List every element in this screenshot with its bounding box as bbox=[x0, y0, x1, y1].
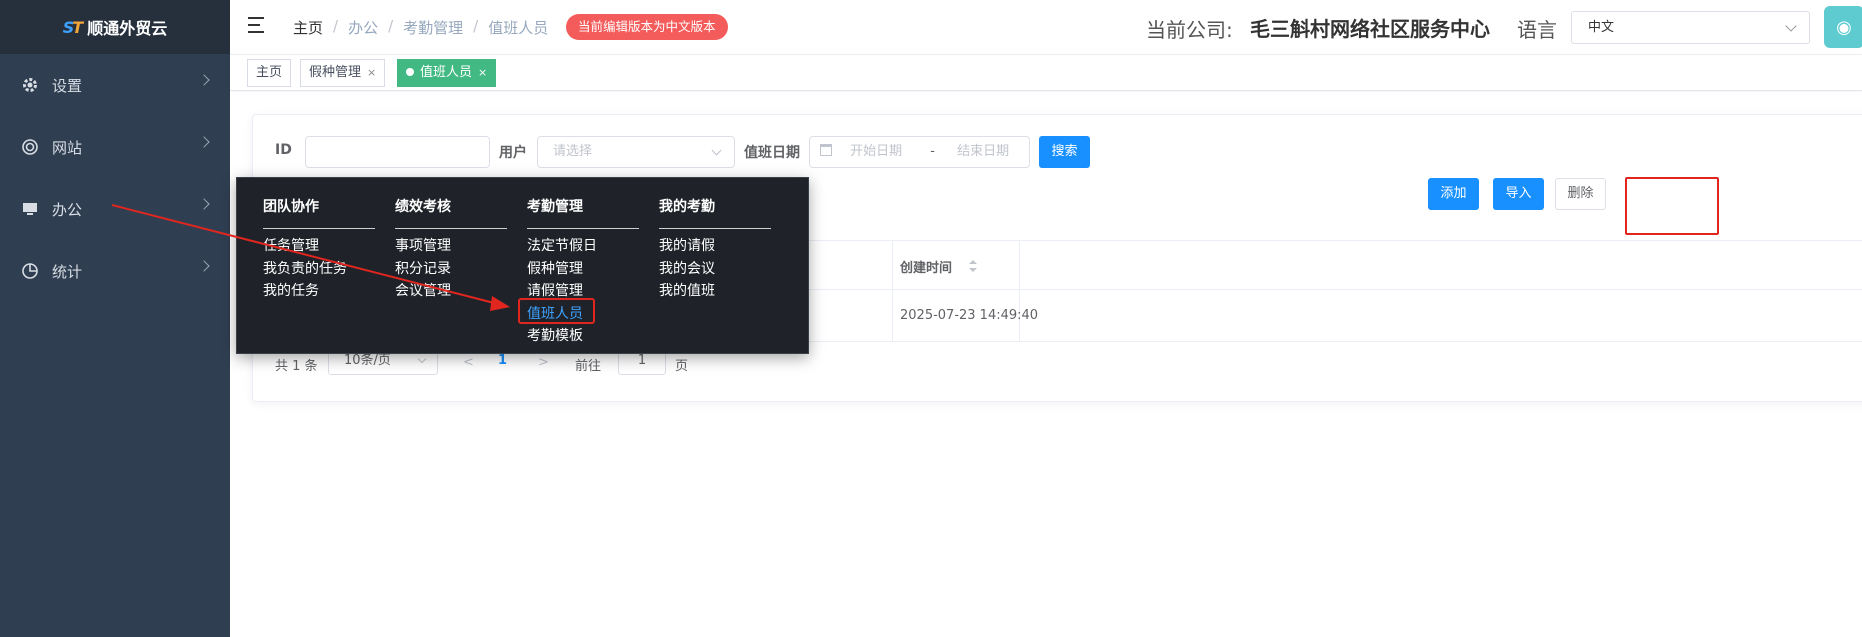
chevron-right-icon bbox=[198, 198, 210, 210]
menu-item-holidays[interactable]: 法定节假日 bbox=[527, 235, 639, 258]
breadcrumb-attendance[interactable]: 考勤管理 bbox=[403, 17, 463, 38]
menu-column-performance: 绩效考核 事项管理 积分记录 会议管理 bbox=[395, 196, 507, 303]
menu-item-task-management[interactable]: 任务管理 bbox=[263, 235, 375, 258]
menu-item-my-tasks[interactable]: 我的任务 bbox=[263, 280, 375, 303]
close-icon[interactable]: × bbox=[478, 66, 487, 79]
gear-icon bbox=[20, 75, 40, 95]
app-logo[interactable]: ST 顺通外贸云 bbox=[0, 0, 230, 54]
company-name: 毛三斛村网络社区服务中心 bbox=[1250, 17, 1490, 41]
date-separator: - bbox=[930, 144, 935, 159]
chevron-down-icon bbox=[1785, 20, 1797, 32]
goto-label: 前往 bbox=[575, 359, 602, 374]
page-number[interactable]: 1 bbox=[498, 353, 507, 368]
sidebar-item-label: 办公 bbox=[52, 200, 83, 219]
sidebar-item-label: 网站 bbox=[52, 138, 83, 157]
chevron-right-icon bbox=[198, 74, 210, 86]
chevron-down-icon bbox=[711, 145, 722, 156]
column-header-created[interactable]: 创建时间 bbox=[900, 257, 952, 276]
next-page-icon[interactable]: > bbox=[538, 355, 549, 370]
tag-duty-staff[interactable]: 值班人员 × bbox=[397, 59, 497, 87]
menu-column-title: 考勤管理 bbox=[527, 196, 639, 229]
office-mega-menu: 团队协作 任务管理 我负责的任务 我的任务 绩效考核 事项管理 积分记录 会议管… bbox=[236, 177, 809, 354]
monitor-icon bbox=[20, 199, 40, 219]
user-avatar-icon: ◉ bbox=[1836, 16, 1852, 38]
tag-home[interactable]: 主页 bbox=[247, 59, 292, 87]
menu-column-title: 绩效考核 bbox=[395, 196, 507, 229]
add-button[interactable]: 添加 bbox=[1428, 178, 1479, 210]
user-placeholder: 请选择 bbox=[553, 144, 593, 159]
avatar[interactable]: ◉ bbox=[1824, 6, 1862, 48]
user-select[interactable]: 请选择 bbox=[537, 136, 735, 168]
menu-item-my-meetings[interactable]: 我的会议 bbox=[659, 258, 771, 281]
logo-text: 顺通外贸云 bbox=[87, 19, 168, 38]
menu-toggle-icon[interactable] bbox=[248, 17, 268, 33]
sidebar: ST 顺通外贸云 设置 网站 办公 统计 bbox=[0, 0, 230, 637]
menu-item-points-record[interactable]: 积分记录 bbox=[395, 258, 507, 281]
language-select[interactable]: 中文 bbox=[1571, 11, 1810, 44]
menu-column-title: 团队协作 bbox=[263, 196, 375, 229]
sidebar-item-statistics[interactable]: 统计 bbox=[0, 240, 230, 302]
sidebar-item-settings[interactable]: 设置 bbox=[0, 54, 230, 116]
page-suffix: 页 bbox=[675, 359, 689, 374]
breadcrumb-office[interactable]: 办公 bbox=[348, 17, 378, 38]
menu-item-attendance-template[interactable]: 考勤模板 bbox=[527, 325, 639, 348]
user-label: 用户 bbox=[499, 145, 527, 161]
page-size-value: 10条/页 bbox=[344, 353, 391, 368]
id-input[interactable] bbox=[305, 136, 490, 168]
company-label: 当前公司: bbox=[1146, 18, 1233, 42]
menu-column-my-attendance: 我的考勤 我的请假 我的会议 我的值班 bbox=[659, 196, 771, 303]
chevron-right-icon bbox=[198, 260, 210, 272]
menu-item-my-leave[interactable]: 我的请假 bbox=[659, 235, 771, 258]
breadcrumb: 主页 / 办公 / 考勤管理 / 值班人员 bbox=[293, 17, 549, 38]
duty-date-label: 值班日期 bbox=[744, 145, 800, 161]
tag-label: 主页 bbox=[256, 65, 283, 80]
menu-column-attendance: 考勤管理 法定节假日 假种管理 请假管理 值班人员 考勤模板 bbox=[527, 196, 639, 348]
tag-leave-type[interactable]: 假种管理 × bbox=[300, 59, 386, 87]
menu-item-meeting-management[interactable]: 会议管理 bbox=[395, 280, 507, 303]
edit-version-badge: 当前编辑版本为中文版本 bbox=[566, 14, 728, 40]
sidebar-item-label: 设置 bbox=[52, 76, 83, 95]
delete-button[interactable]: 删除 bbox=[1555, 178, 1606, 210]
tag-label: 值班人员 bbox=[420, 65, 473, 80]
tags-view: 主页 假种管理 × 值班人员 × bbox=[230, 55, 1862, 91]
pagination-total: 共 1 条 bbox=[275, 359, 318, 374]
duty-date-range[interactable]: 开始日期 - 结束日期 bbox=[809, 136, 1030, 168]
menu-item-my-duty[interactable]: 我的值班 bbox=[659, 280, 771, 303]
active-dot-icon bbox=[406, 68, 414, 76]
menu-item-my-responsible-tasks[interactable]: 我负责的任务 bbox=[263, 258, 375, 281]
annotation-highlight-add-button bbox=[1625, 177, 1719, 235]
main-content: ID 用户 请选择 值班日期 开始日期 - 结束日期 搜索 添加 导入 删除 创… bbox=[230, 92, 1862, 637]
date-start-placeholder[interactable]: 开始日期 bbox=[850, 144, 902, 159]
cell-created: 2025-07-23 14:49:40 bbox=[900, 308, 1039, 323]
sidebar-item-website[interactable]: 网站 bbox=[0, 116, 230, 178]
language-label: 语言 bbox=[1517, 18, 1557, 42]
menu-item-matter-management[interactable]: 事项管理 bbox=[395, 235, 507, 258]
search-button[interactable]: 搜索 bbox=[1039, 136, 1090, 168]
logo-mark-icon: ST bbox=[62, 17, 83, 37]
sidebar-item-office[interactable]: 办公 bbox=[0, 178, 230, 240]
sidebar-item-label: 统计 bbox=[52, 262, 83, 281]
column-divider bbox=[892, 240, 893, 342]
top-header: 主页 / 办公 / 考勤管理 / 值班人员 当前编辑版本为中文版本 当前公司: … bbox=[230, 0, 1862, 55]
tag-label: 假种管理 bbox=[309, 65, 362, 80]
import-button[interactable]: 导入 bbox=[1493, 178, 1544, 210]
date-end-placeholder[interactable]: 结束日期 bbox=[957, 144, 1009, 159]
breadcrumb-home[interactable]: 主页 bbox=[293, 17, 323, 38]
annotation-highlight-duty-staff bbox=[518, 298, 595, 324]
menu-column-team: 团队协作 任务管理 我负责的任务 我的任务 bbox=[263, 196, 375, 303]
globe-icon bbox=[20, 137, 40, 157]
breadcrumb-current: 值班人员 bbox=[488, 19, 549, 37]
chevron-down-icon bbox=[417, 354, 427, 364]
calendar-icon bbox=[820, 144, 832, 156]
id-label: ID bbox=[275, 142, 292, 158]
menu-item-leave-types[interactable]: 假种管理 bbox=[527, 258, 639, 281]
column-divider bbox=[1019, 240, 1020, 342]
pie-chart-icon bbox=[20, 261, 40, 281]
chevron-right-icon bbox=[198, 136, 210, 148]
close-icon[interactable]: × bbox=[367, 66, 376, 79]
prev-page-icon[interactable]: < bbox=[463, 355, 474, 370]
menu-column-title: 我的考勤 bbox=[659, 196, 771, 229]
sort-icon[interactable] bbox=[968, 259, 978, 273]
language-value: 中文 bbox=[1588, 20, 1615, 35]
